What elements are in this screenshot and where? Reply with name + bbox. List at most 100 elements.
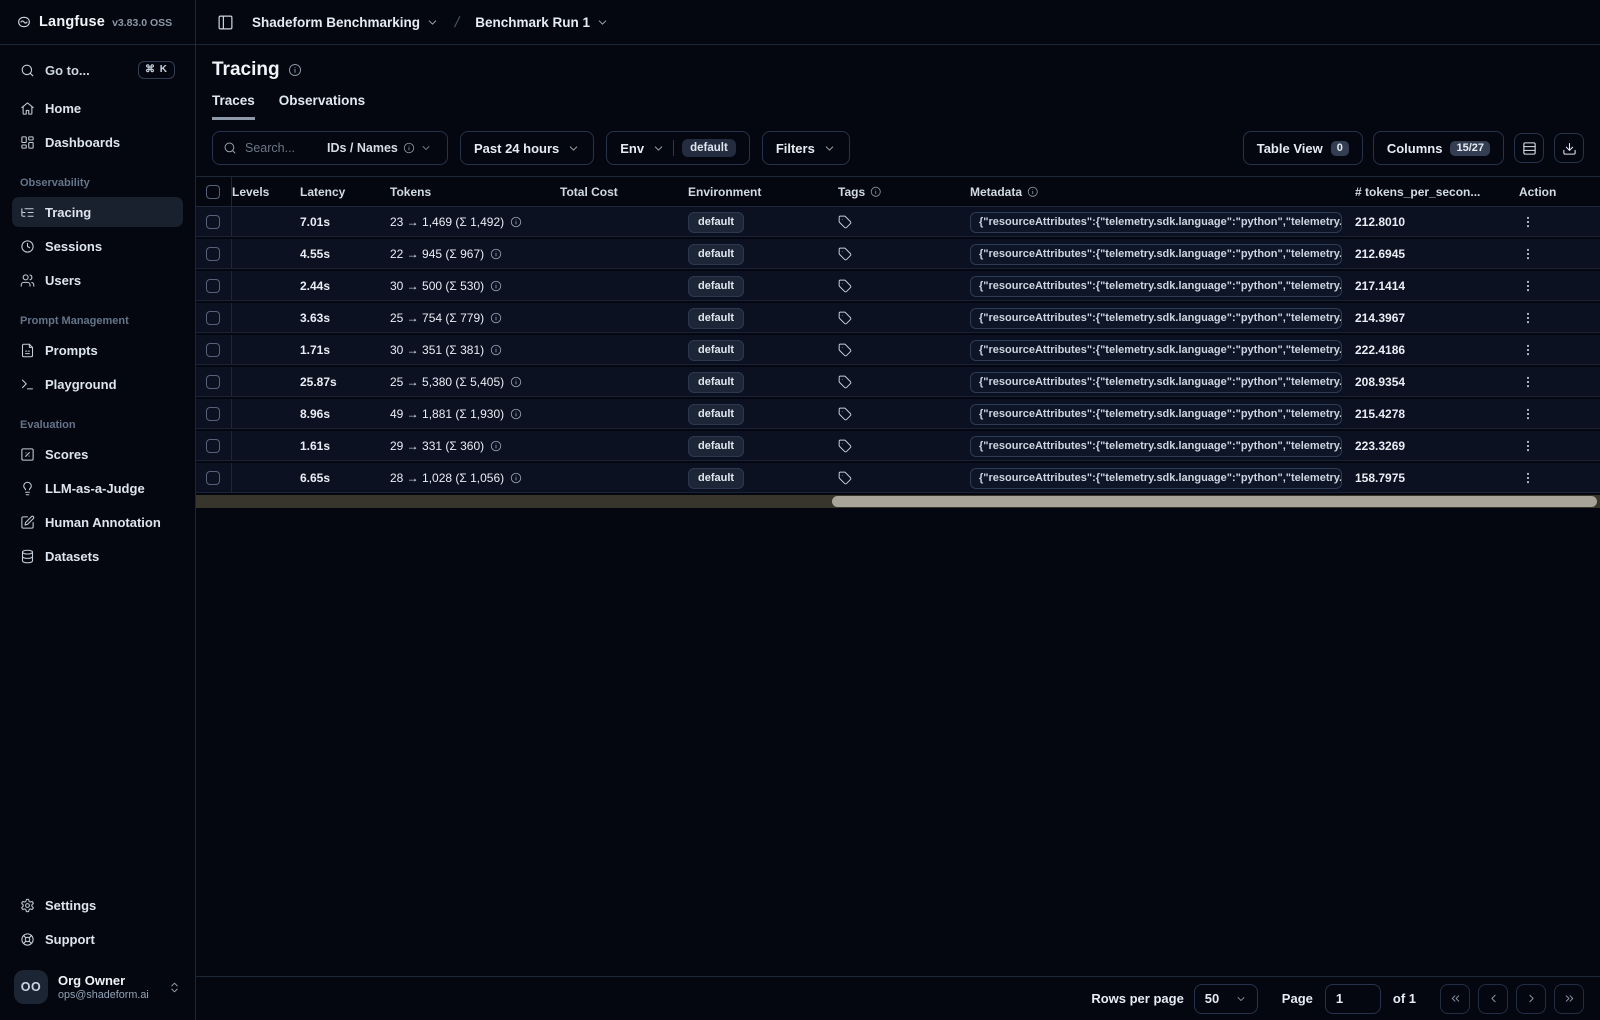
info-icon[interactable] — [490, 248, 502, 260]
row-checkbox[interactable] — [206, 471, 220, 485]
column-header-tokens-per-second[interactable]: # tokens_per_secon... — [1355, 185, 1505, 199]
info-icon[interactable] — [510, 472, 522, 484]
tab-observations[interactable]: Observations — [279, 93, 365, 120]
column-header-tags[interactable]: Tags — [838, 185, 970, 199]
search-mode-select[interactable]: IDs / Names — [327, 141, 432, 155]
row-actions-button[interactable] — [1505, 311, 1600, 325]
tags-cell[interactable] — [838, 407, 970, 421]
row-actions-button[interactable] — [1505, 471, 1600, 485]
tags-cell[interactable] — [838, 439, 970, 453]
metadata-pill[interactable]: {"resourceAttributes":{"telemetry.sdk.la… — [970, 435, 1342, 457]
breadcrumb-org[interactable]: Shadeform Benchmarking — [252, 15, 439, 30]
tags-cell[interactable] — [838, 471, 970, 485]
sidebar-item-dashboards[interactable]: Dashboards — [12, 127, 183, 157]
sidebar-item-playground[interactable]: Playground — [12, 369, 183, 399]
table-row[interactable]: 6.65s 28 → 1,028 (Σ 1,056) default {"res… — [196, 463, 1600, 495]
tags-cell[interactable] — [838, 375, 970, 389]
info-icon[interactable] — [490, 344, 502, 356]
metadata-pill[interactable]: {"resourceAttributes":{"telemetry.sdk.la… — [970, 403, 1342, 425]
metadata-cell[interactable]: {"resourceAttributes":{"telemetry.sdk.la… — [970, 371, 1355, 393]
column-header-latency[interactable]: Latency — [300, 185, 390, 199]
info-icon[interactable] — [510, 216, 522, 228]
row-checkbox[interactable] — [206, 407, 220, 421]
sidebar-item-prompts[interactable]: Prompts — [12, 335, 183, 365]
sidebar-item-support[interactable]: Support — [12, 924, 183, 954]
first-page-button[interactable] — [1440, 983, 1470, 1014]
sidebar-item-human-annotation[interactable]: Human Annotation — [12, 507, 183, 537]
column-header-metadata[interactable]: Metadata — [970, 185, 1355, 199]
time-range-button[interactable]: Past 24 hours — [460, 131, 595, 165]
row-actions-button[interactable] — [1505, 247, 1600, 261]
env-filter-button[interactable]: Env default — [606, 131, 750, 165]
info-icon[interactable] — [490, 312, 502, 324]
metadata-cell[interactable]: {"resourceAttributes":{"telemetry.sdk.la… — [970, 339, 1355, 361]
row-actions-button[interactable] — [1505, 343, 1600, 357]
metadata-pill[interactable]: {"resourceAttributes":{"telemetry.sdk.la… — [970, 275, 1342, 297]
tab-traces[interactable]: Traces — [212, 93, 255, 120]
metadata-cell[interactable]: {"resourceAttributes":{"telemetry.sdk.la… — [970, 211, 1355, 233]
table-row[interactable]: 7.01s 23 → 1,469 (Σ 1,492) default {"res… — [196, 207, 1600, 239]
filters-button[interactable]: Filters — [761, 131, 850, 165]
tags-cell[interactable] — [838, 311, 970, 325]
sidebar-toggle-button[interactable] — [212, 9, 238, 35]
metadata-pill[interactable]: {"resourceAttributes":{"telemetry.sdk.la… — [970, 467, 1342, 489]
row-height-button[interactable] — [1514, 133, 1544, 163]
table-row[interactable]: 2.44s 30 → 500 (Σ 530) default {"resourc… — [196, 271, 1600, 303]
search-input[interactable] — [245, 141, 319, 155]
goto-search[interactable]: Go to... ⌘ K — [12, 55, 183, 85]
rows-per-page-select[interactable]: 50 — [1193, 983, 1258, 1014]
sidebar-item-scores[interactable]: Scores — [12, 439, 183, 469]
row-actions-button[interactable] — [1505, 279, 1600, 293]
scrollbar-thumb[interactable] — [832, 496, 1597, 507]
row-checkbox[interactable] — [206, 247, 220, 261]
table-row[interactable]: 1.61s 29 → 331 (Σ 360) default {"resourc… — [196, 431, 1600, 463]
sidebar-item-datasets[interactable]: Datasets — [12, 541, 183, 571]
user-menu[interactable]: OO Org Owner ops@shadeform.ai — [0, 958, 195, 1020]
metadata-pill[interactable]: {"resourceAttributes":{"telemetry.sdk.la… — [970, 371, 1342, 393]
column-header-total-cost[interactable]: Total Cost — [560, 185, 688, 199]
sidebar-item-llm-as-a-judge[interactable]: LLM-as-a-Judge — [12, 473, 183, 503]
metadata-cell[interactable]: {"resourceAttributes":{"telemetry.sdk.la… — [970, 435, 1355, 457]
search-box[interactable]: IDs / Names — [212, 131, 448, 165]
metadata-pill[interactable]: {"resourceAttributes":{"telemetry.sdk.la… — [970, 211, 1342, 233]
info-icon[interactable] — [288, 63, 302, 77]
table-row[interactable]: 1.71s 30 → 351 (Σ 381) default {"resourc… — [196, 335, 1600, 367]
row-checkbox[interactable] — [206, 343, 220, 357]
row-actions-button[interactable] — [1505, 215, 1600, 229]
sidebar-item-tracing[interactable]: Tracing — [12, 197, 183, 227]
sidebar-item-users[interactable]: Users — [12, 265, 183, 295]
metadata-cell[interactable]: {"resourceAttributes":{"telemetry.sdk.la… — [970, 243, 1355, 265]
row-checkbox[interactable] — [206, 439, 220, 453]
row-checkbox[interactable] — [206, 279, 220, 293]
columns-button[interactable]: Columns 15/27 — [1372, 131, 1504, 165]
sidebar-item-sessions[interactable]: Sessions — [12, 231, 183, 261]
page-number-input[interactable] — [1324, 983, 1381, 1014]
sidebar-item-settings[interactable]: Settings — [12, 890, 183, 920]
select-all-checkbox[interactable] — [206, 184, 220, 199]
info-icon[interactable] — [490, 280, 502, 292]
table-view-button[interactable]: Table View 0 — [1242, 131, 1363, 165]
column-header-levels[interactable]: Levels — [232, 185, 300, 199]
tags-cell[interactable] — [838, 215, 970, 229]
export-button[interactable] — [1554, 133, 1584, 163]
breadcrumb-project[interactable]: Benchmark Run 1 — [475, 15, 609, 30]
column-header-environment[interactable]: Environment — [688, 185, 838, 199]
metadata-cell[interactable]: {"resourceAttributes":{"telemetry.sdk.la… — [970, 403, 1355, 425]
table-row[interactable]: 8.96s 49 → 1,881 (Σ 1,930) default {"res… — [196, 399, 1600, 431]
row-actions-button[interactable] — [1505, 439, 1600, 453]
row-actions-button[interactable] — [1505, 375, 1600, 389]
metadata-pill[interactable]: {"resourceAttributes":{"telemetry.sdk.la… — [970, 243, 1342, 265]
app-header[interactable]: Langfuse v3.83.0 OSS — [0, 0, 195, 45]
metadata-cell[interactable]: {"resourceAttributes":{"telemetry.sdk.la… — [970, 275, 1355, 297]
info-icon[interactable] — [510, 408, 522, 420]
previous-page-button[interactable] — [1478, 983, 1508, 1014]
metadata-cell[interactable]: {"resourceAttributes":{"telemetry.sdk.la… — [970, 467, 1355, 489]
table-row[interactable]: 4.55s 22 → 945 (Σ 967) default {"resourc… — [196, 239, 1600, 271]
info-icon[interactable] — [510, 376, 522, 388]
last-page-button[interactable] — [1554, 983, 1584, 1014]
metadata-cell[interactable]: {"resourceAttributes":{"telemetry.sdk.la… — [970, 307, 1355, 329]
next-page-button[interactable] — [1516, 983, 1546, 1014]
sidebar-item-home[interactable]: Home — [12, 93, 183, 123]
horizontal-scrollbar[interactable] — [196, 495, 1600, 508]
table-row[interactable]: 25.87s 25 → 5,380 (Σ 5,405) default {"re… — [196, 367, 1600, 399]
